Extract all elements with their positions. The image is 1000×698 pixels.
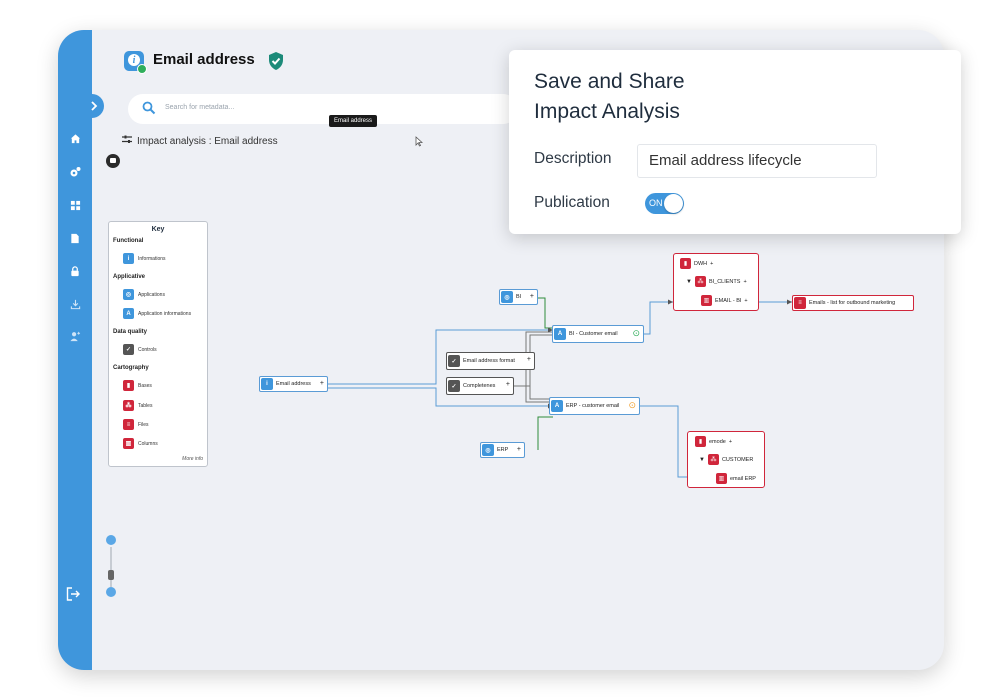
publication-toggle[interactable]: ON xyxy=(645,193,684,214)
base-icon: ▮ xyxy=(680,258,691,269)
control-icon: ✓ xyxy=(448,380,460,392)
save-share-panel: Save and Share Impact Analysis Descripti… xyxy=(509,50,961,234)
node-completeness[interactable]: ✓ Completenes + xyxy=(446,377,514,395)
node-bi-application[interactable]: ◎ BI + xyxy=(499,289,538,305)
check-status-icon: ⊙ xyxy=(632,328,640,338)
description-input[interactable]: Email address lifecycle xyxy=(637,144,877,178)
node-erp-customer-email[interactable]: A ERP - customer email ⊙ xyxy=(549,397,640,415)
zoom-in-button[interactable] xyxy=(106,535,116,545)
caret-down-icon[interactable]: ▼ xyxy=(699,457,705,463)
mouse-cursor-icon xyxy=(415,136,424,150)
control-icon: ✓ xyxy=(448,355,460,367)
group-emode[interactable]: ▮ emode + ▼ ⁂ CUSTOMER ▥ email ERP xyxy=(687,431,765,488)
zoom-slider-track[interactable] xyxy=(110,547,112,587)
table-icon: ⁂ xyxy=(707,454,719,465)
base-icon: ▮ xyxy=(695,436,706,447)
panel-title: Save and Share Impact Analysis xyxy=(534,70,685,123)
table-label: CUSTOMER xyxy=(721,456,754,463)
publication-label: Publication xyxy=(534,194,610,211)
information-icon: i xyxy=(261,378,273,390)
node-email-address[interactable]: i Email address + xyxy=(259,376,328,392)
base-label: DWH xyxy=(694,260,708,267)
node-emails-file[interactable]: ≡ Emails - list for outbound marketing xyxy=(792,295,914,311)
application-information-icon: A xyxy=(554,328,566,340)
caret-down-icon[interactable]: ▼ xyxy=(686,279,692,285)
description-label: Description xyxy=(534,150,612,167)
zoom-slider-handle[interactable] xyxy=(108,570,114,580)
table-icon: ⁂ xyxy=(694,276,706,287)
group-dwh[interactable]: ▮ DWH + ▼ ⁂ BI_CLIENTS + ▥ EMAIL - BI + xyxy=(673,253,759,311)
application-information-icon: A xyxy=(551,400,563,412)
zoom-out-button[interactable] xyxy=(106,587,116,597)
application-icon: ◎ xyxy=(501,291,513,303)
node-bi-customer-email[interactable]: A BI - Customer email ⊙ xyxy=(552,325,644,343)
application-icon: ◎ xyxy=(482,444,494,456)
base-label: emode xyxy=(709,438,726,445)
table-label: BI_CLIENTS xyxy=(708,278,741,285)
node-erp-application[interactable]: ◎ ERP + xyxy=(480,442,525,458)
column-label: email ERP xyxy=(730,475,756,482)
toggle-knob[interactable] xyxy=(664,194,683,213)
column-label: EMAIL - BI xyxy=(715,297,742,304)
column-icon: ▥ xyxy=(716,473,727,484)
column-icon: ▥ xyxy=(701,295,712,306)
file-icon: ≡ xyxy=(794,297,806,309)
warning-status-icon: ⊙ xyxy=(628,400,636,410)
toggle-state-label: ON xyxy=(649,198,663,208)
node-email-address-format[interactable]: ✓ Email address format + xyxy=(446,352,535,370)
